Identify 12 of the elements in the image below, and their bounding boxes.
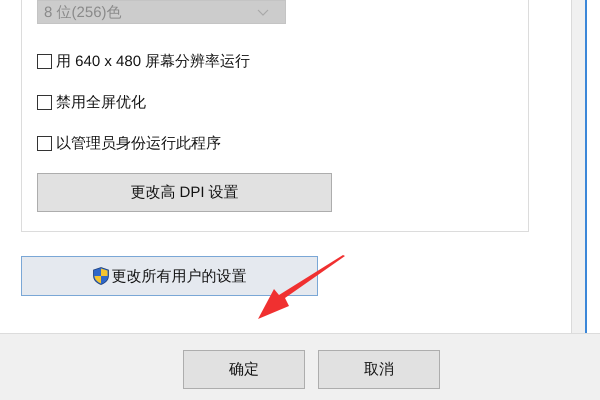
checkbox-label: 用 640 x 480 屏幕分辨率运行 — [56, 52, 250, 70]
checkbox-label: 禁用全屏优化 — [56, 92, 146, 112]
checkbox[interactable] — [37, 54, 52, 68]
dpi-settings-button[interactable]: 更改高 DPI 设置 — [37, 173, 332, 212]
dialog-button[interactable]: 确定 — [183, 350, 305, 389]
chevron-icon — [257, 8, 269, 16]
checkbox-label: 以管理员身份运行此程序 — [56, 134, 221, 152]
dialog-button[interactable]: 取消 — [318, 350, 440, 389]
checkbox[interactable] — [37, 94, 52, 110]
shield-icon — [92, 267, 108, 285]
all-users-settings-button[interactable]: 更改所有用户的设置 — [21, 256, 318, 296]
checkbox[interactable] — [37, 136, 52, 150]
